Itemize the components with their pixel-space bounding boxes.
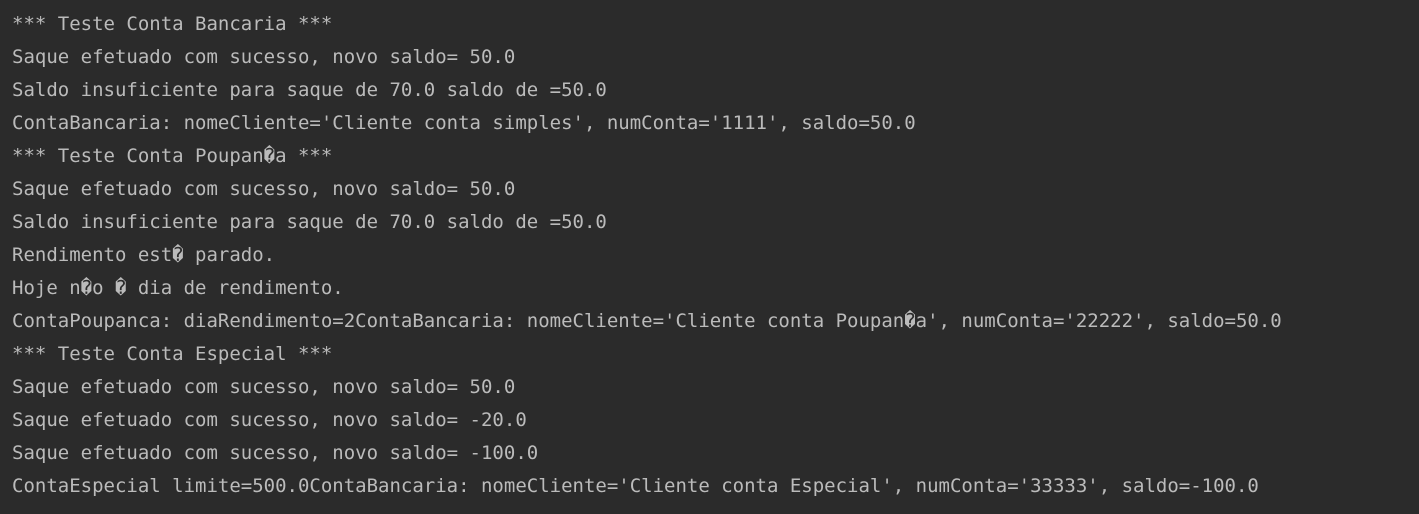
console-line: Hoje n�o � dia de rendimento. xyxy=(12,277,344,299)
console-line: Saque efetuado com sucesso, novo saldo= … xyxy=(12,178,516,200)
console-line: ContaPoupanca: diaRendimento=2ContaBanca… xyxy=(12,310,1282,332)
console-line: *** Teste Conta Especial *** xyxy=(12,343,333,365)
console-output-panel[interactable]: *** Teste Conta Bancaria *** Saque efetu… xyxy=(0,0,1419,514)
console-line: *** Teste Conta Poupan�a *** xyxy=(12,145,333,167)
console-line: Saque efetuado com sucesso, novo saldo= … xyxy=(12,46,516,68)
console-line: Saque efetuado com sucesso, novo saldo= … xyxy=(12,409,527,431)
console-line: Saldo insuficiente para saque de 70.0 sa… xyxy=(12,79,607,101)
console-line: ContaBancaria: nomeCliente='Cliente cont… xyxy=(12,112,916,134)
console-line: Rendimento est� parado. xyxy=(12,244,276,266)
console-line: *** Teste Conta Bancaria *** xyxy=(12,13,333,35)
console-line: Saldo insuficiente para saque de 70.0 sa… xyxy=(12,211,607,233)
console-lines: *** Teste Conta Bancaria *** Saque efetu… xyxy=(12,8,1282,503)
console-line: Saque efetuado com sucesso, novo saldo= … xyxy=(12,376,516,398)
console-line: Saque efetuado com sucesso, novo saldo= … xyxy=(12,442,539,464)
console-line: ContaEspecial limite=500.0ContaBancaria:… xyxy=(12,475,1259,497)
